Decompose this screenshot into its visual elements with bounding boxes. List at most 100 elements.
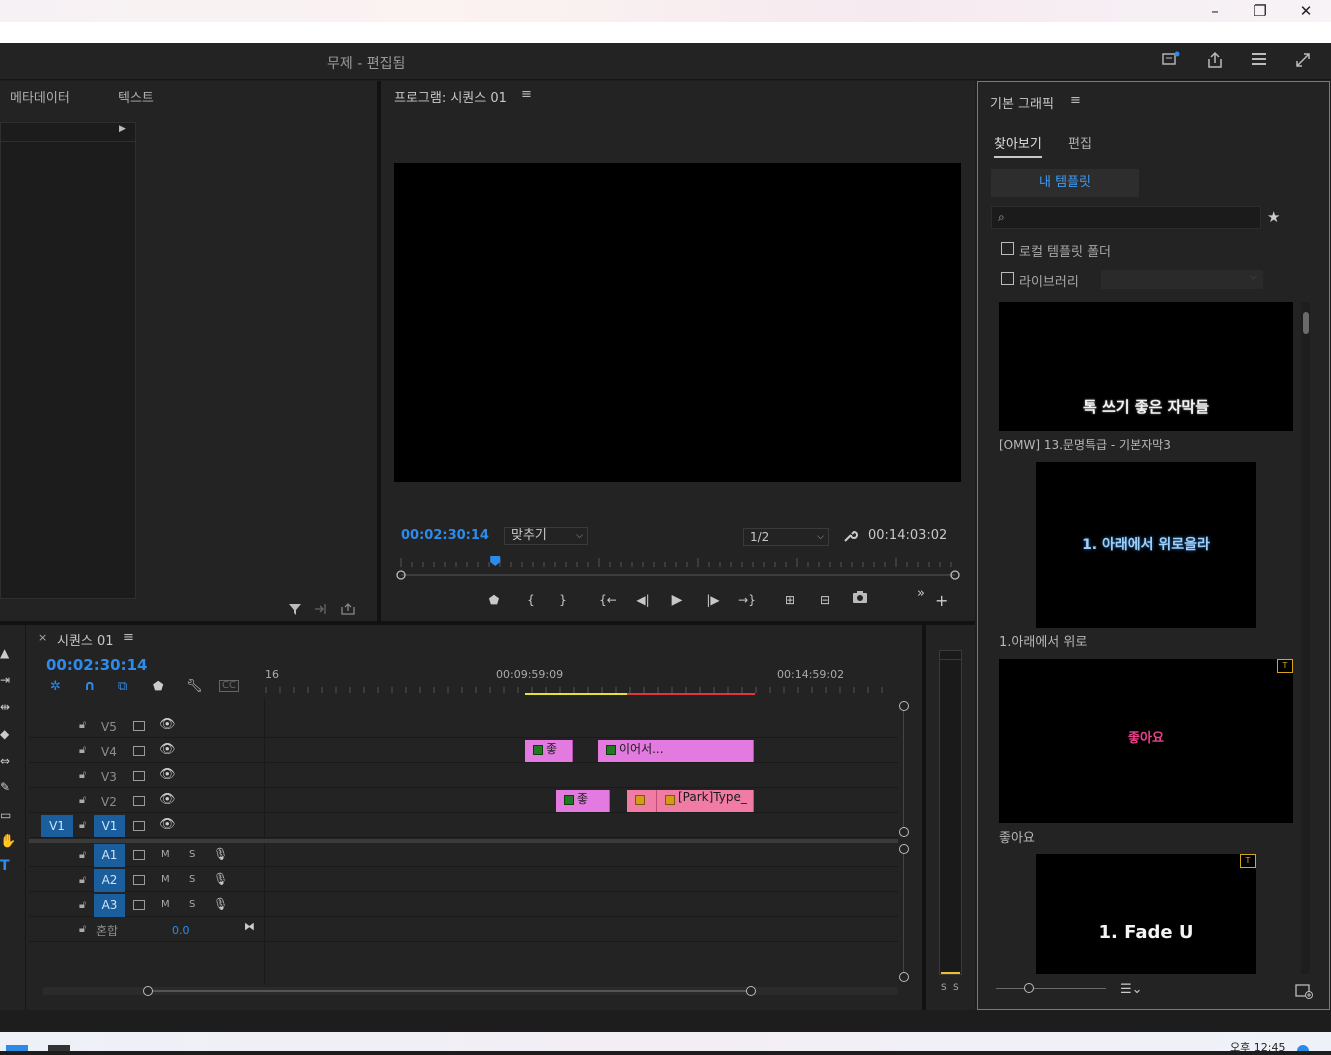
expand-arrow-icon[interactable]: ▶ bbox=[119, 124, 126, 134]
template-scrollbar-thumb[interactable] bbox=[1303, 312, 1309, 334]
track-select-tool-icon[interactable]: ⇥ bbox=[0, 673, 10, 687]
quick-export-icon[interactable] bbox=[1159, 51, 1183, 71]
mix-volume-value[interactable]: 0.0 bbox=[172, 924, 190, 937]
go-to-in-icon[interactable]: {← bbox=[597, 590, 619, 610]
eye-icon[interactable]: 👁︎ bbox=[159, 792, 176, 807]
maximize-button[interactable]: ❐ bbox=[1237, 0, 1283, 22]
clip[interactable]: 좋 bbox=[556, 790, 610, 812]
solo-button[interactable]: S bbox=[189, 849, 195, 860]
track-name[interactable]: A3 bbox=[94, 894, 125, 917]
solo-button[interactable]: S bbox=[189, 899, 195, 910]
go-to-out-icon[interactable]: →} bbox=[736, 590, 758, 610]
type-tool-icon[interactable]: T bbox=[0, 858, 10, 874]
lock-icon[interactable]: 🔓︎ bbox=[79, 718, 86, 732]
lock-icon[interactable]: 🔓︎ bbox=[79, 898, 86, 912]
scrub-playhead[interactable] bbox=[490, 556, 501, 566]
insert-icon[interactable] bbox=[313, 602, 329, 619]
step-forward-icon[interactable]: |▶ bbox=[702, 590, 724, 610]
slip-tool-icon[interactable]: ⇔ bbox=[0, 754, 10, 768]
more-buttons-icon[interactable]: » bbox=[917, 586, 925, 601]
program-monitor-title[interactable]: 프로그램: 시퀀스 01 bbox=[394, 87, 507, 106]
snap-icon[interactable]: ∩ bbox=[84, 678, 95, 694]
taskbar-app-icon[interactable] bbox=[48, 1045, 70, 1051]
playhead-timecode[interactable]: 00:02:30:14 bbox=[401, 528, 489, 543]
template-thumbnail[interactable]: 1. Fade U bbox=[1036, 854, 1256, 974]
lift-icon[interactable]: ⊞ bbox=[779, 590, 801, 610]
panel-menu-icon[interactable]: ≡ bbox=[123, 630, 134, 645]
audio-vertical-scroll[interactable] bbox=[903, 849, 904, 977]
mark-in-icon[interactable]: { bbox=[520, 590, 542, 610]
timeline-tab-title[interactable]: 시퀀스 01 bbox=[57, 630, 114, 649]
notification-icon[interactable] bbox=[1297, 1045, 1309, 1051]
resolution-select[interactable]: 1/2 ⌵ bbox=[743, 528, 829, 546]
eye-icon[interactable]: 👁︎ bbox=[159, 767, 176, 782]
workspaces-icon[interactable] bbox=[1247, 51, 1271, 71]
zoom-select[interactable]: 맞추기 ⌵ bbox=[504, 527, 588, 545]
scrub-ruler[interactable] bbox=[394, 553, 962, 581]
template-scrollbar[interactable] bbox=[1301, 302, 1310, 974]
video-vertical-scroll[interactable] bbox=[903, 706, 904, 832]
vertical-zoom-handle[interactable] bbox=[899, 972, 909, 982]
timeline-settings-icon[interactable]: 🔧︎ bbox=[186, 679, 203, 694]
panel-menu-icon[interactable]: ≡ bbox=[1070, 93, 1081, 108]
lock-icon[interactable]: 🔓︎ bbox=[79, 848, 86, 862]
clip[interactable]: [Park]Type_ bbox=[657, 790, 754, 812]
template-thumbnail[interactable]: 1. 아래에서 위로올라 bbox=[1036, 462, 1256, 628]
track-name[interactable]: A2 bbox=[94, 869, 125, 892]
libraries-select[interactable]: ⌵ bbox=[1101, 270, 1263, 289]
pen-tool-icon[interactable]: ✎ bbox=[0, 780, 10, 794]
captions-icon[interactable]: CC bbox=[219, 680, 239, 692]
sync-lock-icon[interactable] bbox=[133, 875, 145, 885]
solo-button[interactable]: S bbox=[189, 874, 195, 885]
track-name[interactable]: V1 bbox=[94, 815, 125, 837]
timeline-timecode[interactable]: 00:02:30:14 bbox=[46, 656, 148, 674]
eye-icon[interactable]: 👁︎ bbox=[159, 717, 176, 732]
clip[interactable]: 이어서... bbox=[598, 740, 754, 762]
filter-icon[interactable] bbox=[287, 601, 303, 620]
linked-selection-icon[interactable]: ⧉ bbox=[118, 679, 127, 694]
track-name[interactable]: A1 bbox=[94, 844, 125, 867]
libraries-checkbox[interactable] bbox=[1001, 272, 1014, 285]
minimize-button[interactable]: – bbox=[1192, 0, 1238, 22]
selection-tool-icon[interactable]: ▲ bbox=[0, 646, 9, 660]
star-icon[interactable]: ★ bbox=[1267, 208, 1280, 226]
lock-icon[interactable]: 🔓︎ bbox=[79, 818, 86, 832]
panel-menu-icon[interactable]: ≡ bbox=[521, 87, 532, 102]
my-templates-button[interactable]: 내 템플릿 bbox=[991, 169, 1139, 197]
ripple-edit-tool-icon[interactable]: ⇹ bbox=[0, 700, 10, 714]
mark-out-icon[interactable]: } bbox=[552, 590, 574, 610]
sync-lock-icon[interactable] bbox=[133, 821, 145, 831]
start-icon[interactable] bbox=[6, 1045, 28, 1051]
zoom-handle-left[interactable] bbox=[143, 986, 153, 996]
local-templates-checkbox[interactable] bbox=[1001, 242, 1014, 255]
sync-lock-icon[interactable] bbox=[133, 771, 145, 781]
template-thumbnail[interactable]: 좋아요 bbox=[999, 659, 1293, 823]
add-marker-icon[interactable]: ⬟ bbox=[483, 590, 505, 610]
vertical-zoom-handle[interactable] bbox=[899, 844, 909, 854]
program-viewer[interactable] bbox=[394, 163, 961, 482]
nest-sequences-icon[interactable]: ✲ bbox=[50, 679, 61, 694]
solo-left-button[interactable]: S bbox=[941, 983, 947, 993]
go-to-end-icon[interactable]: ⧓ bbox=[244, 920, 255, 933]
export-panel-icon[interactable] bbox=[340, 602, 356, 619]
microphone-icon[interactable]: 🎙︎ bbox=[213, 897, 228, 911]
clip[interactable] bbox=[627, 790, 657, 812]
microphone-icon[interactable]: 🎙︎ bbox=[213, 847, 228, 861]
share-icon[interactable] bbox=[1203, 51, 1227, 71]
sort-icon[interactable]: ☰⌄ bbox=[1120, 982, 1143, 997]
rectangle-tool-icon[interactable]: ▭ bbox=[0, 808, 11, 822]
mute-button[interactable]: M bbox=[161, 899, 170, 910]
source-patch-v1[interactable]: V1 bbox=[41, 815, 73, 837]
eye-icon[interactable]: 👁︎ bbox=[159, 742, 176, 757]
razor-tool-icon[interactable]: ◆ bbox=[0, 727, 9, 741]
play-icon[interactable]: ▶ bbox=[666, 590, 688, 610]
hand-tool-icon[interactable]: ✋ bbox=[0, 834, 16, 849]
button-editor-icon[interactable]: + bbox=[935, 591, 948, 610]
lock-icon[interactable]: 🔓︎ bbox=[79, 922, 86, 936]
thumbnail-size-slider[interactable] bbox=[996, 988, 1106, 989]
step-back-icon[interactable]: ◀| bbox=[632, 590, 654, 610]
solo-right-button[interactable]: S bbox=[953, 983, 959, 993]
tab-metadata[interactable]: 메타데이터 bbox=[10, 87, 70, 106]
sync-lock-icon[interactable] bbox=[133, 900, 145, 910]
sync-lock-icon[interactable] bbox=[133, 746, 145, 756]
